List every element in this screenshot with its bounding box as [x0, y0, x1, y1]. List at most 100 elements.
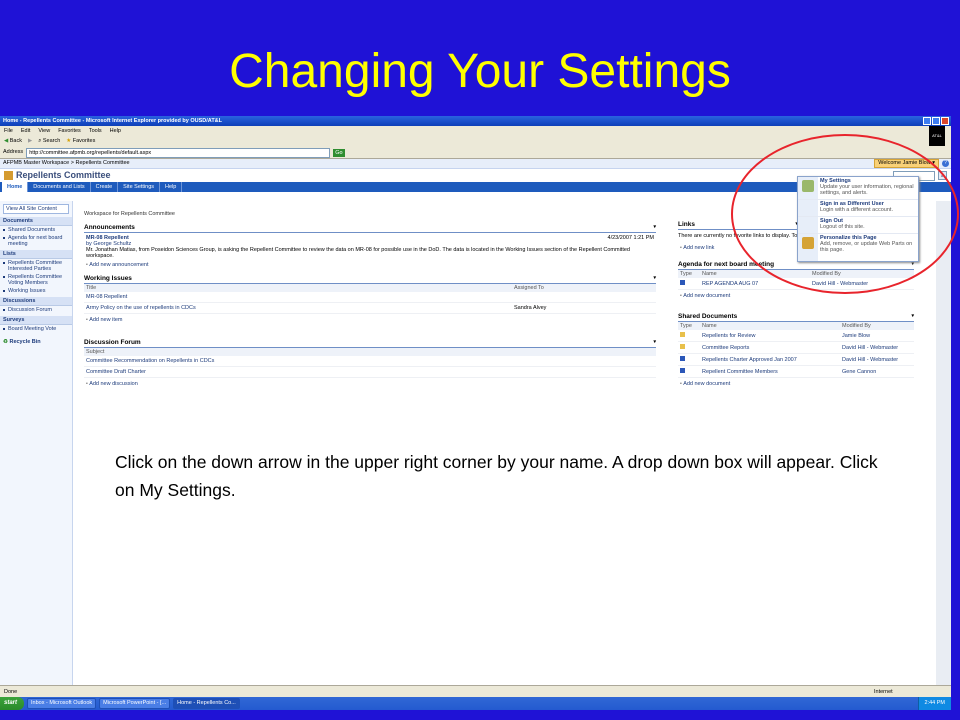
- start-button[interactable]: start: [0, 697, 25, 710]
- ie-title-bar: Home - Repellents Committee - Microsoft …: [0, 116, 951, 126]
- discussion-subject[interactable]: Committee Recommendation on Repellents i…: [86, 358, 214, 364]
- taskbar-powerpoint[interactable]: Microsoft PowerPoint - [...: [99, 698, 171, 709]
- doc-name[interactable]: Repellent Committee Members: [702, 369, 842, 375]
- shared-documents-header: Type Name Modified By: [678, 322, 914, 330]
- working-issues-title[interactable]: Working Issues: [84, 275, 656, 284]
- discussion-title[interactable]: Discussion Forum: [84, 339, 656, 348]
- table-row[interactable]: Repellent Committee Members Gene Cannon: [678, 366, 914, 378]
- menu-help[interactable]: Help: [110, 126, 121, 136]
- nav-heading-lists[interactable]: Lists: [0, 250, 72, 259]
- view-all-link[interactable]: View All Site Content: [3, 204, 69, 214]
- nav-heading-surveys[interactable]: Surveys: [0, 316, 72, 325]
- announcements-title[interactable]: Announcements: [84, 224, 656, 233]
- doc-modified-by[interactable]: Gene Cannon: [842, 369, 876, 375]
- doc-name[interactable]: Committee Reports: [702, 345, 842, 351]
- word-doc-icon: [680, 280, 702, 287]
- nav-item-interested-parties[interactable]: Repellents Committee Interested Parties: [0, 259, 72, 273]
- tab-home[interactable]: Home: [2, 182, 29, 192]
- doc-modified-by[interactable]: David Hill - Webmaster: [842, 357, 898, 363]
- doc-modified-by[interactable]: Jamie Blow: [842, 333, 870, 339]
- doc-modified-by[interactable]: David Hill - Webmaster: [842, 345, 898, 351]
- go-button[interactable]: Go: [333, 148, 345, 157]
- add-announcement-link[interactable]: Add new announcement: [84, 259, 656, 271]
- close-button[interactable]: [941, 117, 949, 125]
- nav-heading-discussions[interactable]: Discussions: [0, 297, 72, 306]
- menu-edit[interactable]: Edit: [21, 126, 30, 136]
- status-text: Done: [4, 689, 18, 695]
- add-shared-document-link[interactable]: Add new document: [678, 378, 914, 390]
- nav-heading-documents[interactable]: Documents: [0, 217, 72, 226]
- tab-documents-and-lists[interactable]: Documents and Lists: [28, 182, 91, 192]
- window-title: Home - Repellents Committee - Microsoft …: [3, 118, 223, 124]
- tab-help[interactable]: Help: [160, 182, 183, 192]
- add-item-link[interactable]: Add new item: [84, 314, 656, 326]
- table-row[interactable]: Committee Reports David Hill - Webmaster: [678, 342, 914, 354]
- menu-tools[interactable]: Tools: [89, 126, 102, 136]
- table-row[interactable]: MR-08 Repellent: [84, 292, 656, 303]
- announcement-item: MR-08 Repellent 4/23/2007 1:21 PM by Geo…: [84, 233, 656, 259]
- doc-name[interactable]: Repellents for Review: [702, 333, 842, 339]
- taskbar-outlook[interactable]: Inbox - Microsoft Outlook: [27, 698, 97, 709]
- announcements-webpart: Announcements MR-08 Repellent 4/23/2007 …: [84, 224, 656, 271]
- nav-item-voting-members[interactable]: Repellents Committee Voting Members: [0, 273, 72, 287]
- taskbar: start Inbox - Microsoft Outlook Microsof…: [0, 697, 951, 710]
- nav-item-working-issues[interactable]: Working Issues: [0, 287, 72, 295]
- minimize-button[interactable]: [923, 117, 931, 125]
- announcement-body: Mr. Jonathan Matias, from Poseidon Scien…: [86, 247, 630, 259]
- nav-item-agenda[interactable]: Agenda for next board meeting: [0, 234, 72, 248]
- col-type[interactable]: Type: [680, 271, 702, 277]
- site-title[interactable]: Repellents Committee: [16, 170, 111, 180]
- issue-title[interactable]: Army Policy on the use of repellents in …: [86, 305, 514, 311]
- word-doc-icon: [680, 368, 702, 375]
- discussion-subject[interactable]: Committee Draft Charter: [86, 369, 146, 375]
- col-modified[interactable]: Modified By: [842, 323, 871, 329]
- menu-file[interactable]: File: [4, 126, 13, 136]
- folder-icon: [680, 344, 702, 351]
- recycle-bin-link[interactable]: ♻ Recycle Bin: [0, 337, 72, 347]
- maximize-button[interactable]: [932, 117, 940, 125]
- search-button[interactable]: ⌕ Search: [38, 136, 60, 147]
- nav-item-shared-documents[interactable]: Shared Documents: [0, 226, 72, 234]
- table-row[interactable]: Repellents for Review Jamie Blow: [678, 330, 914, 342]
- col-title[interactable]: Title: [86, 285, 514, 291]
- breadcrumb[interactable]: AFPMB Master Workspace > Repellents Comm…: [3, 160, 130, 166]
- folder-icon: [680, 332, 702, 339]
- table-row[interactable]: Repellents Charter Approved Jan 2007 Dav…: [678, 354, 914, 366]
- add-document-link[interactable]: Add new document: [678, 290, 914, 302]
- list-item[interactable]: Committee Draft Charter: [84, 367, 656, 378]
- quick-launch: View All Site Content Documents Shared D…: [0, 201, 73, 685]
- nav-item-discussion-forum[interactable]: Discussion Forum: [0, 306, 72, 314]
- col-type[interactable]: Type: [680, 323, 702, 329]
- slide-title: Changing Your Settings: [229, 45, 731, 98]
- col-assigned[interactable]: Assigned To: [514, 285, 544, 291]
- back-button[interactable]: ◀ Back: [4, 136, 22, 147]
- list-item[interactable]: Committee Recommendation on Repellents i…: [84, 356, 656, 367]
- menu-view[interactable]: View: [38, 126, 50, 136]
- shared-documents-title[interactable]: Shared Documents: [678, 313, 914, 322]
- issue-title[interactable]: MR-08 Repellent: [86, 294, 514, 300]
- ie-brand-logo: AT&L: [929, 126, 945, 146]
- working-issues-header: Title Assigned To: [84, 284, 656, 292]
- working-issues-webpart: Working Issues Title Assigned To MR-08 R…: [84, 275, 656, 326]
- menu-favorites[interactable]: Favorites: [58, 126, 81, 136]
- col-subject[interactable]: Subject: [86, 349, 104, 355]
- highlight-circle: [731, 134, 959, 294]
- slide-caption: Click on the down arrow in the upper rig…: [115, 452, 878, 500]
- discussion-header: Subject: [84, 348, 656, 356]
- tab-create[interactable]: Create: [91, 182, 119, 192]
- nav-item-board-meeting-vote[interactable]: Board Meeting Vote: [0, 325, 72, 333]
- table-row[interactable]: Army Policy on the use of repellents in …: [84, 303, 656, 314]
- help-icon[interactable]: ?: [942, 160, 949, 167]
- address-input[interactable]: http://committee.afpmb.org/repellents/de…: [26, 147, 331, 158]
- window-controls: [923, 117, 949, 125]
- tab-site-settings[interactable]: Site Settings: [118, 182, 161, 192]
- favorites-button[interactable]: ★ Favorites: [66, 136, 95, 147]
- doc-name[interactable]: Repellents Charter Approved Jan 2007: [702, 357, 842, 363]
- forward-icon[interactable]: ▶: [28, 136, 32, 147]
- col-name[interactable]: Name: [702, 323, 842, 329]
- taskbar-ie[interactable]: Home - Repellents Co...: [173, 698, 240, 709]
- add-discussion-link[interactable]: Add new discussion: [84, 378, 656, 390]
- system-clock: 2:44 PM: [917, 697, 951, 710]
- word-doc-icon: [680, 356, 702, 363]
- menu-bar: File Edit View Favorites Tools Help AT&L: [0, 126, 951, 146]
